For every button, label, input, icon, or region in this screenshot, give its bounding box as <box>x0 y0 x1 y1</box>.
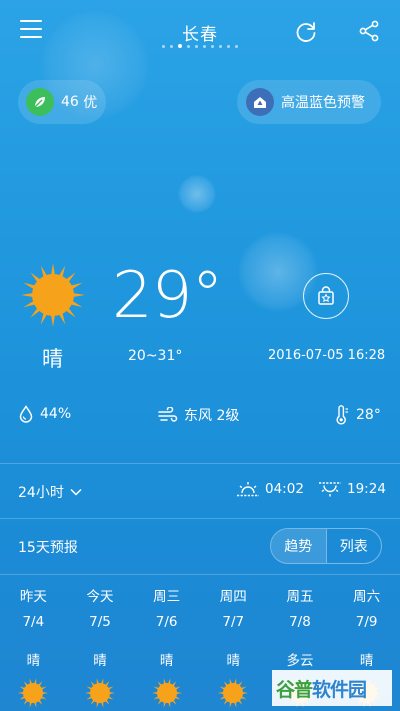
lock-screen-button[interactable] <box>303 273 349 319</box>
current-temperature: 29° <box>112 259 223 333</box>
forecast-condition: 晴 <box>359 653 374 669</box>
forecast-view-switch: 趋势 列表 <box>270 528 382 564</box>
hourly-forecast-toggle[interactable]: 24小时 <box>18 482 82 502</box>
aqi-level: 优 <box>83 95 98 111</box>
forecast-day[interactable]: 今天 7/5 晴 <box>67 586 134 709</box>
forecast-day-name: 周六 <box>353 589 381 605</box>
tab-list[interactable]: 列表 <box>327 529 382 563</box>
sun-icon <box>18 678 49 708</box>
humidity: 44% <box>18 405 71 423</box>
divider <box>0 574 400 575</box>
forecast-day-name: 今天 <box>86 589 114 605</box>
sun-icon <box>218 678 249 708</box>
divider <box>0 518 400 519</box>
wind-icon <box>158 407 178 422</box>
forecast-day-name: 昨天 <box>19 589 47 605</box>
forecast-day-name: 周四 <box>219 589 247 605</box>
forecast-date: 7/4 <box>22 614 45 630</box>
sun-icon <box>84 678 115 708</box>
aqi-badge[interactable]: 46 优 <box>18 80 106 124</box>
sun-icon <box>21 263 85 327</box>
sun-icon <box>151 678 182 708</box>
tab-trend[interactable]: 趋势 <box>271 529 326 563</box>
forecast-day-name: 周五 <box>286 589 314 605</box>
divider <box>0 463 400 464</box>
forecast-day[interactable]: 昨天 7/4 晴 <box>0 586 67 709</box>
forecast-day[interactable]: 周四 7/7 晴 <box>200 586 267 709</box>
top-bar: 长春 <box>0 0 400 62</box>
forecast-date: 7/5 <box>89 614 111 630</box>
page-indicator <box>0 44 400 48</box>
bag-icon <box>318 286 334 305</box>
forecast-date: 7/8 <box>289 614 311 630</box>
city-name[interactable]: 长春 <box>0 20 400 45</box>
forecast-condition: 多云 <box>286 653 314 669</box>
sunrise-icon <box>237 482 259 497</box>
forecast-condition: 晴 <box>226 653 241 669</box>
forecast-day[interactable]: 周三 7/6 晴 <box>133 586 200 709</box>
weather-warning-badge[interactable]: 高温蓝色预警 <box>237 80 381 124</box>
chevron-down-icon <box>70 488 82 496</box>
sunrise-time: 04:02 <box>236 480 304 498</box>
forecast-date: 7/6 <box>155 614 178 630</box>
warning-text: 高温蓝色预警 <box>281 95 365 111</box>
forecast-date: 7/9 <box>355 614 378 630</box>
current-condition: 晴 <box>42 347 63 371</box>
temperature-range: 20~31° <box>128 348 183 364</box>
site-watermark: 谷普 软件园 <box>272 670 392 706</box>
thermometer-icon <box>336 405 348 425</box>
forecast-condition: 晴 <box>26 653 41 669</box>
warning-house-icon <box>246 88 274 116</box>
feels-like: 28° <box>334 405 381 425</box>
leaf-icon <box>26 88 54 116</box>
aqi-value: 46 <box>61 94 79 110</box>
refresh-icon[interactable] <box>294 20 318 44</box>
forecast-day-name: 周三 <box>153 589 181 605</box>
update-time: 2016-07-05 16:28 <box>268 348 386 363</box>
daily-forecast-title: 15天预报 <box>18 540 78 556</box>
water-drop-icon <box>19 405 33 423</box>
sunset-icon <box>319 482 341 497</box>
forecast-date: 7/7 <box>222 614 245 630</box>
share-icon[interactable] <box>357 19 381 43</box>
forecast-condition: 晴 <box>159 653 174 669</box>
forecast-condition: 晴 <box>93 653 107 669</box>
wind: 东风 2级 <box>158 405 239 425</box>
sunset-time: 19:24 <box>318 480 386 498</box>
